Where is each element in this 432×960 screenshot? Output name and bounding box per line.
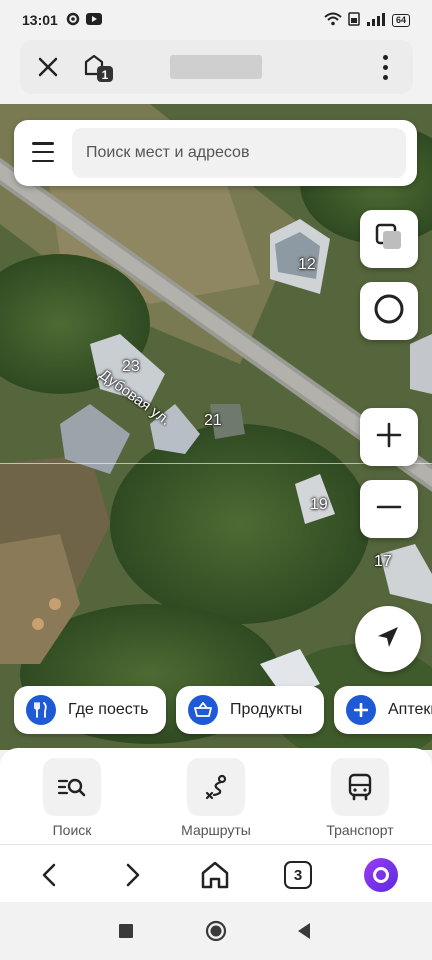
nav-search[interactable]: Поиск <box>22 758 122 838</box>
minus-icon <box>375 493 403 526</box>
nav-search-label: Поиск <box>52 822 92 838</box>
basket-icon <box>188 695 218 725</box>
forward-arrow-icon[interactable] <box>112 855 152 895</box>
house-number: 19 <box>310 496 328 513</box>
house-number: 23 <box>122 358 140 375</box>
layers-button[interactable] <box>360 210 418 268</box>
more-menu-icon[interactable] <box>375 53 395 81</box>
tab-count-badge: 1 <box>102 68 109 82</box>
my-location-button[interactable] <box>355 606 421 672</box>
search-input[interactable]: Поиск мест и адресов <box>72 128 406 178</box>
search-bar: Поиск мест и адресов <box>14 120 417 186</box>
browser-top-bar: 1 <box>20 40 413 94</box>
nav-routes[interactable]: Маршруты <box>166 758 266 838</box>
back-arrow-icon[interactable] <box>30 855 70 895</box>
status-time: 13:01 <box>22 12 58 28</box>
nav-transport-label: Транспорт <box>326 822 394 838</box>
nav-transport[interactable]: Транспорт <box>310 758 410 838</box>
nav-routes-label: Маршруты <box>181 822 251 838</box>
system-navigation-bar <box>0 902 432 960</box>
route-icon <box>187 758 245 816</box>
zoom-out-button[interactable] <box>360 480 418 538</box>
chip-label: Где поесть <box>68 701 149 718</box>
zoom-in-button[interactable] <box>360 408 418 466</box>
bus-icon <box>331 758 389 816</box>
search-list-icon <box>43 758 101 816</box>
wifi-icon <box>324 12 342 29</box>
house-number: 12 <box>298 256 316 273</box>
close-icon[interactable] <box>34 53 62 81</box>
signal-icon <box>366 12 386 29</box>
alice-ring-icon <box>372 292 406 331</box>
chip-label: Аптеки <box>388 701 432 718</box>
chip-label: Продукты <box>230 701 303 718</box>
alice-assistant-button[interactable] <box>361 855 401 895</box>
plus-icon <box>346 695 376 725</box>
chip-groceries[interactable]: Продукты <box>176 686 324 734</box>
browser-bottom-bar: 3 <box>0 844 432 902</box>
navigation-arrow-icon <box>374 623 402 656</box>
status-bar: 13:01 64 <box>0 0 432 40</box>
protect-tabs-icon[interactable]: 1 <box>82 52 116 82</box>
bottom-panel: Поиск Маршруты Транспорт <box>0 748 432 844</box>
back-triangle-icon[interactable] <box>292 919 316 943</box>
tab-count: 3 <box>284 861 312 889</box>
tabs-button[interactable]: 3 <box>278 855 318 895</box>
chip-pharmacies[interactable]: Аптеки <box>334 686 432 734</box>
house-number: 21 <box>204 412 222 429</box>
recents-square-icon[interactable] <box>114 919 138 943</box>
hamburger-menu-icon[interactable] <box>32 142 54 162</box>
alice-map-button[interactable] <box>360 282 418 340</box>
youtube-icon <box>85 12 102 28</box>
home-circle-icon[interactable] <box>204 919 228 943</box>
home-icon[interactable] <box>195 855 235 895</box>
layers-icon <box>374 222 404 257</box>
settings-gear-icon <box>66 12 80 29</box>
volte-icon <box>348 11 360 29</box>
fork-knife-icon <box>26 695 56 725</box>
alice-icon <box>364 858 398 892</box>
chip-where-to-eat[interactable]: Где поесть <box>14 686 166 734</box>
plus-icon <box>375 421 403 454</box>
house-number: 17 <box>374 553 392 570</box>
page-title-redacted <box>170 55 262 79</box>
battery-icon: 64 <box>391 13 410 27</box>
